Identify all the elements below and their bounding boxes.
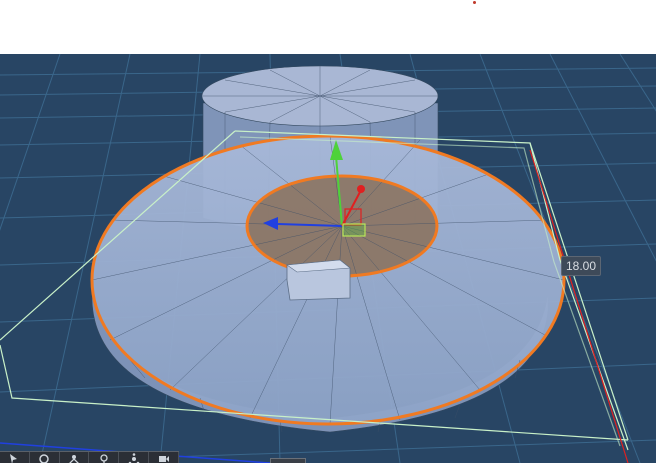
gizmo-xz-plane[interactable] [342, 223, 366, 237]
pan-icon [69, 455, 79, 463]
hierarchy-icon [128, 453, 140, 463]
scene-canvas[interactable] [0, 54, 656, 463]
hierarchy-tool-button[interactable] [119, 452, 150, 463]
camera-tool-button[interactable] [149, 452, 179, 463]
status-dot [473, 1, 476, 4]
light-icon [100, 454, 108, 463]
select-icon [10, 454, 18, 463]
top-bar [0, 0, 656, 54]
light-tool-button[interactable] [89, 452, 120, 463]
select-tool-button[interactable] [0, 452, 30, 463]
orbit-tool-button[interactable] [30, 452, 60, 463]
viewport-toolbar [0, 451, 179, 463]
3d-viewport[interactable]: 18.00 [0, 54, 656, 463]
gizmo-x-handle[interactable] [357, 185, 365, 193]
orbit-icon [39, 454, 49, 463]
viewport-overlay-box [270, 458, 306, 463]
small-cube[interactable] [286, 259, 351, 301]
camera-icon [158, 456, 169, 462]
dimension-label: 18.00 [561, 256, 601, 276]
pan-tool-button[interactable] [60, 452, 90, 463]
